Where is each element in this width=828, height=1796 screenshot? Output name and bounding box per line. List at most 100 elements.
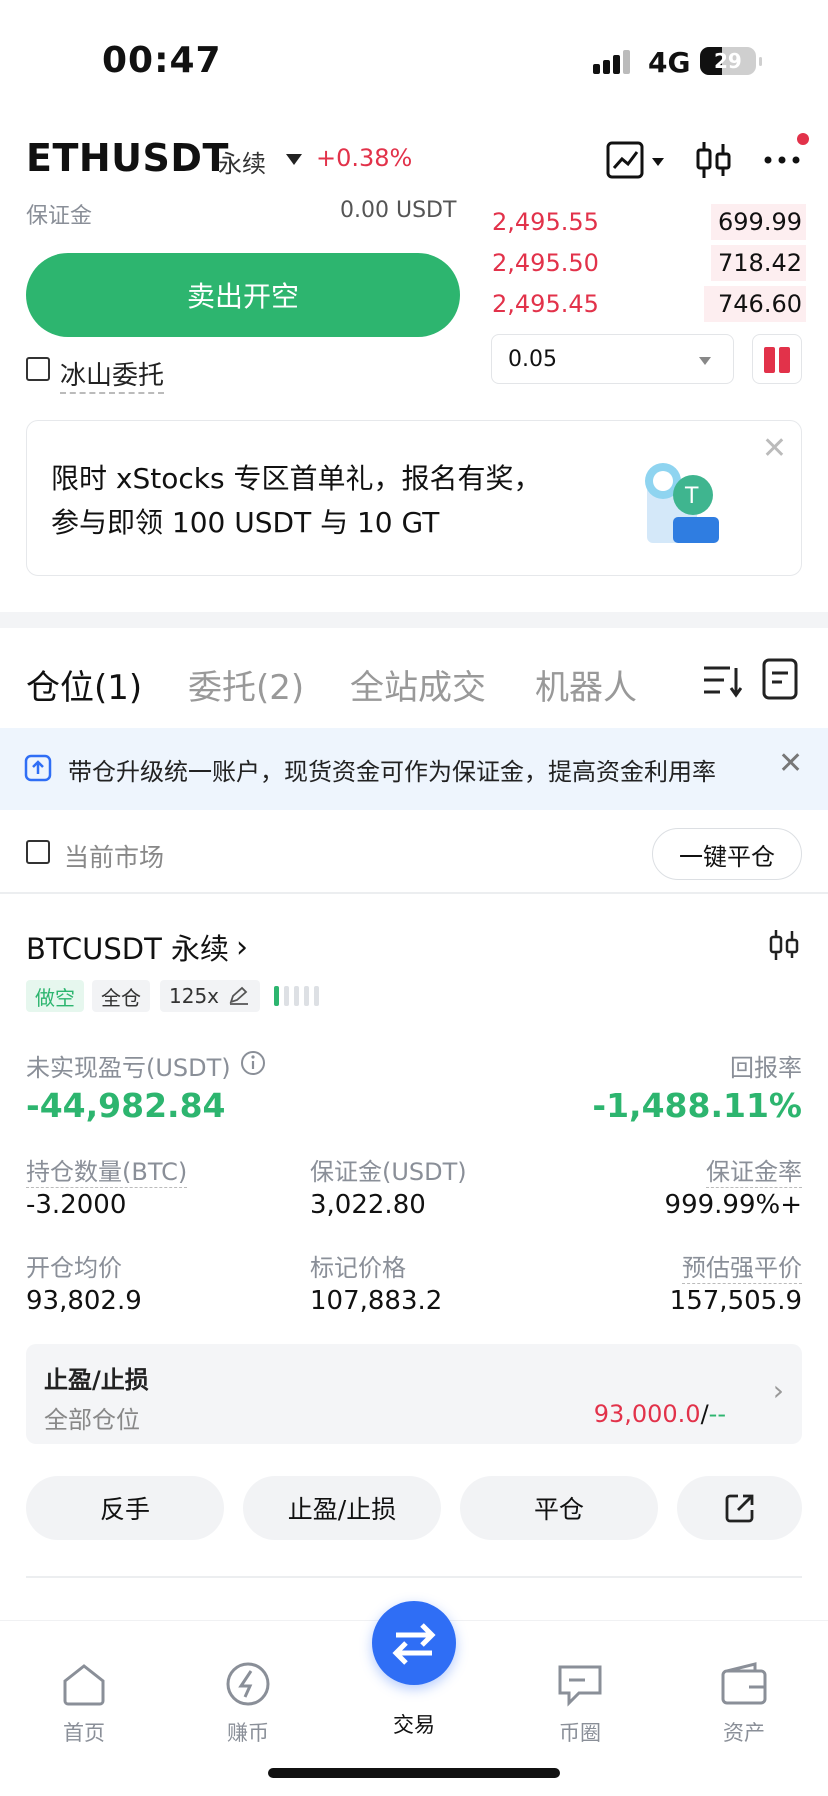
ask-price: 2,495.55: [492, 208, 599, 236]
ask-row[interactable]: 2,495.45 746.60: [488, 284, 806, 324]
promo-banner[interactable]: 限时 xStocks 专区首单礼，报名有奖， 参与即领 100 USDT 与 1…: [26, 420, 802, 576]
promo-line1: 限时 xStocks 专区首单礼，报名有奖，: [51, 462, 542, 495]
ask-qty: 746.60: [718, 290, 802, 318]
swap-icon: [392, 1623, 436, 1665]
status-time: 00:47: [102, 40, 222, 81]
position-symbol[interactable]: BTCUSDT 永续: [26, 926, 229, 968]
upgrade-icon: [24, 754, 52, 782]
contract-type[interactable]: 永续: [218, 144, 266, 179]
roe-value: -1,488.11%: [592, 1086, 802, 1125]
share-button[interactable]: [677, 1476, 802, 1540]
sort-icon[interactable]: [702, 660, 742, 700]
wallet-icon: [721, 1662, 767, 1705]
info-icon[interactable]: [240, 1050, 266, 1076]
notice-text: 带仓升级统一账户，现货资金可作为保证金，提高资金利用率: [68, 758, 716, 786]
reverse-button[interactable]: 反手: [26, 1476, 224, 1540]
candlestick-icon[interactable]: [768, 928, 800, 962]
mark-price-value: 107,883.2: [310, 1286, 443, 1316]
nav-assets[interactable]: 资产: [684, 1661, 804, 1747]
pnl-value: -44,982.84: [26, 1086, 226, 1125]
more-icon[interactable]: [762, 140, 802, 180]
nav-community[interactable]: 币圈: [520, 1661, 640, 1747]
pair-symbol[interactable]: ETHUSDT: [26, 136, 229, 180]
network-type: 4G: [648, 46, 691, 79]
candlestick-icon[interactable]: [695, 140, 733, 180]
nav-trade-button[interactable]: [372, 1601, 456, 1685]
tpsl-title: 止盈/止损: [44, 1366, 149, 1394]
divider: [26, 1576, 802, 1578]
pnl-label: 未实现盈亏(USDT): [26, 1054, 231, 1082]
tpsl-button[interactable]: 止盈/止损: [243, 1476, 441, 1540]
adl-indicator: [274, 986, 324, 1010]
nav-assets-label: 资产: [723, 1721, 765, 1745]
mark-price-label: 标记价格: [310, 1254, 406, 1282]
liq-price-value: 157,505.9: [669, 1286, 802, 1316]
qty-label: 持仓数量(BTC): [26, 1152, 188, 1188]
nav-trade-label: 交易: [393, 1713, 435, 1737]
section-divider: [0, 612, 828, 628]
svg-text:T: T: [684, 484, 699, 509]
entry-price-value: 93,802.9: [26, 1286, 142, 1316]
chevron-down-icon: [699, 357, 711, 365]
promo-line2: 参与即领 100 USDT 与 10 GT: [51, 506, 440, 539]
tab-bots[interactable]: 机器人: [535, 660, 637, 709]
price-change: +0.38%: [316, 144, 413, 172]
order-history-icon[interactable]: [762, 658, 798, 700]
edit-icon: [229, 986, 249, 1005]
ask-row[interactable]: 2,495.55 699.99: [488, 202, 806, 242]
close-icon[interactable]: ✕: [762, 431, 787, 466]
margin-value: 0.00 USDT: [340, 198, 457, 223]
tpsl-summary[interactable]: 止盈/止损 全部仓位 93,000.0/-- ›: [26, 1344, 802, 1444]
sell-open-short-button[interactable]: 卖出开空: [26, 253, 460, 337]
current-market-checkbox[interactable]: [26, 840, 50, 864]
battery-icon: 29: [700, 47, 762, 75]
divider: [0, 892, 828, 894]
ask-price: 2,495.50: [492, 249, 599, 277]
ask-row[interactable]: 2,495.50 718.42: [488, 243, 806, 283]
orderbook-layout-toggle[interactable]: [752, 334, 802, 384]
tpsl-scope: 全部仓位: [44, 1406, 140, 1434]
upgrade-notice[interactable]: 带仓升级统一账户，现货资金可作为保证金，提高资金利用率 ✕: [0, 728, 828, 810]
home-indicator: [268, 1768, 560, 1778]
chevron-right-icon: ›: [772, 1374, 784, 1407]
signal-icon: [593, 50, 633, 74]
roe-label: 回报率: [730, 1054, 802, 1082]
nav-home[interactable]: 首页: [24, 1661, 144, 1747]
qty-value: -3.2000: [26, 1190, 127, 1220]
margin-ratio-label: 保证金率: [706, 1152, 802, 1188]
ask-qty: 718.42: [718, 249, 802, 277]
nav-home-label: 首页: [63, 1721, 105, 1745]
nav-earn-label: 赚币: [227, 1721, 269, 1745]
margin-usdt-value: 3,022.80: [310, 1190, 426, 1220]
home-icon: [63, 1664, 105, 1706]
pair-dropdown-icon[interactable]: [286, 154, 302, 165]
liq-price-label: 预估强平价: [682, 1248, 802, 1284]
nav-earn[interactable]: 赚币: [188, 1661, 308, 1747]
close-all-button[interactable]: 一键平仓: [652, 828, 802, 880]
tab-orders[interactable]: 委托(2): [188, 660, 304, 709]
entry-price-label: 开仓均价: [26, 1254, 122, 1282]
ask-price: 2,495.45: [492, 290, 599, 318]
margin-mode-badge: 全仓: [92, 980, 150, 1012]
iceberg-label[interactable]: 冰山委托: [60, 355, 165, 394]
tp-value: 93,000.0: [593, 1400, 701, 1428]
battery-level: 29: [714, 49, 742, 73]
close-position-button[interactable]: 平仓: [460, 1476, 658, 1540]
side-badge: 做空: [26, 980, 84, 1012]
tab-positions[interactable]: 仓位(1): [26, 660, 142, 709]
iceberg-checkbox[interactable]: [26, 357, 50, 381]
tab-all-trades[interactable]: 全站成交: [350, 660, 486, 709]
earn-icon: [226, 1662, 270, 1706]
nav-community-label: 币圈: [559, 1721, 601, 1745]
precision-value: 0.05: [508, 347, 557, 372]
chart-icon[interactable]: [606, 140, 666, 180]
leverage-value: 125x: [169, 984, 220, 1008]
precision-select[interactable]: 0.05: [491, 334, 734, 384]
chevron-right-icon[interactable]: ›: [236, 930, 248, 965]
close-icon[interactable]: ✕: [778, 746, 803, 781]
margin-label: 保证金: [26, 204, 93, 229]
chat-bubble-icon: [558, 1665, 602, 1707]
current-market-label[interactable]: 当前市场: [64, 838, 164, 874]
nav-trade[interactable]: 交易: [354, 1703, 474, 1739]
leverage-badge[interactable]: 125x: [160, 980, 261, 1012]
